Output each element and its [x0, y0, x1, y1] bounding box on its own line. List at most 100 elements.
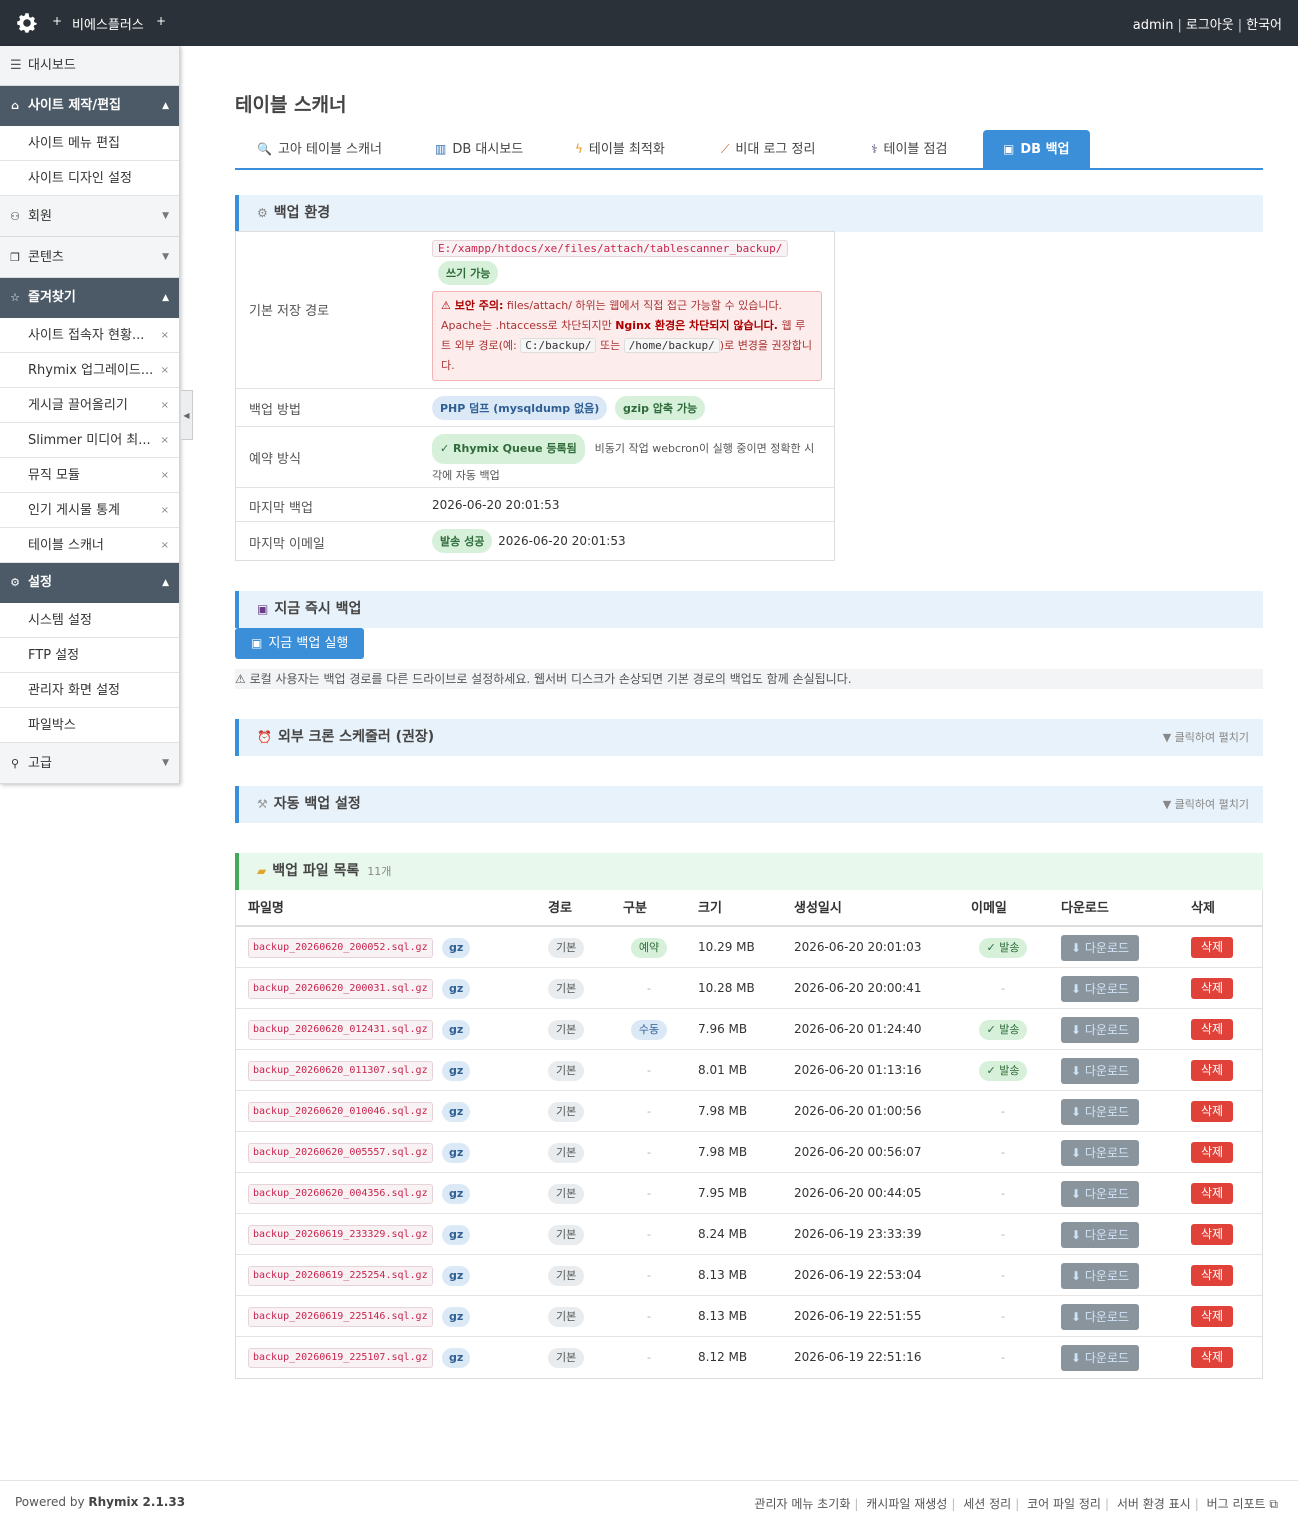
- delete-button[interactable]: 삭제: [1191, 1306, 1234, 1327]
- footer-link-clean-sessions[interactable]: 세션 정리: [963, 1497, 1011, 1511]
- type-empty: -: [647, 1064, 651, 1077]
- delete-button[interactable]: 삭제: [1191, 1265, 1234, 1286]
- sidebar-group-favorites[interactable]: ☆ 즐겨찾기 ▲: [0, 278, 179, 318]
- tab-log-cleanup[interactable]: ⟋ 비대 로그 정리: [721, 130, 815, 168]
- download-button[interactable]: ⬇ 다운로드: [1061, 1221, 1140, 1248]
- delete-button[interactable]: 삭제: [1191, 1347, 1234, 1368]
- remove-favorite-icon[interactable]: ×: [161, 353, 169, 387]
- tab-optimize[interactable]: ϟ 테이블 최적화: [575, 130, 665, 168]
- sidebar-collapse-handle[interactable]: ◀: [181, 390, 193, 440]
- users-icon: ⚇: [10, 210, 20, 223]
- sidebar-item-favorite[interactable]: 인기 게시물 통계 ×: [0, 493, 179, 528]
- download-button[interactable]: ⬇ 다운로드: [1061, 1180, 1140, 1207]
- row-method: 백업 방법 PHP 덤프 (mysqldump 없음) gzip 압축 가능: [236, 389, 834, 427]
- table-row: backup_20260619_225107.sql.gz gz 기본 - 8.12 M…: [236, 1337, 1262, 1378]
- run-backup-button[interactable]: ▣ 지금 백업 실행: [235, 628, 365, 659]
- plus-icon: +: [156, 14, 167, 28]
- sidebar-item-system-settings[interactable]: 시스템 설정: [0, 603, 179, 638]
- sidebar-group-content[interactable]: ❐ 콘텐츠 ▼: [0, 237, 179, 278]
- col-type[interactable]: 구분: [623, 890, 647, 927]
- footer-link-server-env[interactable]: 서버 환경 표시: [1117, 1497, 1191, 1511]
- remove-favorite-icon[interactable]: ×: [161, 318, 169, 352]
- delete-button[interactable]: 삭제: [1191, 1101, 1234, 1122]
- delete-button[interactable]: 삭제: [1191, 1019, 1234, 1040]
- tab-table-check[interactable]: ⚕ 테이블 점검: [871, 130, 947, 168]
- delete-button[interactable]: 삭제: [1191, 1060, 1234, 1081]
- download-button[interactable]: ⬇ 다운로드: [1061, 1098, 1140, 1125]
- logout-link[interactable]: 로그아웃: [1186, 18, 1234, 33]
- delete-button[interactable]: 삭제: [1191, 937, 1234, 958]
- download-button[interactable]: ⬇ 다운로드: [1061, 1016, 1140, 1043]
- section-cron[interactable]: ⏰ 외부 크론 스케줄러 (권장) ▼ 클릭하여 펼치기: [235, 719, 1263, 756]
- gear-icon[interactable]: [14, 10, 40, 36]
- user-link[interactable]: admin: [1133, 18, 1174, 33]
- sidebar-item-admin-settings[interactable]: 관리자 화면 설정: [0, 673, 179, 708]
- tab-db-backup[interactable]: ▣ DB 백업: [983, 130, 1090, 168]
- download-button[interactable]: ⬇ 다운로드: [1061, 1344, 1140, 1371]
- type-badge: 수동: [630, 1019, 668, 1040]
- sidebar-item-favorite[interactable]: 테이블 스캐너 ×: [0, 528, 179, 563]
- sidebar-group-member[interactable]: ⚇ 회원 ▼: [0, 196, 179, 237]
- col-filename[interactable]: 파일명: [248, 890, 284, 927]
- download-button[interactable]: ⬇ 다운로드: [1061, 1303, 1140, 1330]
- path-label: 기본 저장 경로: [249, 304, 330, 319]
- sidebar-item-site-menu[interactable]: 사이트 메뉴 편집: [0, 126, 179, 161]
- site-name-link[interactable]: 비에스플러스: [72, 14, 144, 33]
- delete-button[interactable]: 삭제: [1191, 1142, 1234, 1163]
- download-button[interactable]: ⬇ 다운로드: [1061, 1262, 1140, 1289]
- sidebar-item-favorite[interactable]: 뮤직 모듈 ×: [0, 458, 179, 493]
- magnifier-icon: 🔍: [257, 142, 272, 156]
- language-link[interactable]: 한국어: [1246, 18, 1282, 33]
- sidebar-item-ftp-settings[interactable]: FTP 설정: [0, 638, 179, 673]
- tab-db-dashboard[interactable]: ▥ DB 대시보드: [435, 130, 523, 168]
- download-button[interactable]: ⬇ 다운로드: [1061, 934, 1140, 961]
- col-path[interactable]: 경로: [548, 890, 572, 927]
- sidebar-group-advanced[interactable]: ⚲ 고급 ▼: [0, 743, 179, 784]
- file-created: 2026-06-20 00:56:07: [794, 1145, 922, 1159]
- gz-badge: gz: [442, 978, 471, 999]
- footer-link-bug-report[interactable]: 버그 리포트: [1207, 1497, 1266, 1511]
- sidebar-item-favorite[interactable]: Rhymix 업그레이드... ×: [0, 353, 179, 388]
- footer-link-clean-core[interactable]: 코어 파일 정리: [1027, 1497, 1101, 1511]
- col-email[interactable]: 이메일: [971, 890, 1007, 927]
- file-size: 8.24 MB: [698, 1227, 748, 1241]
- path-badge: 기본: [548, 1019, 585, 1040]
- sidebar-item-favorite[interactable]: Slimmer 미디어 최... ×: [0, 423, 179, 458]
- remove-favorite-icon[interactable]: ×: [161, 458, 169, 492]
- gz-badge: gz: [442, 1224, 471, 1245]
- download-button[interactable]: ⬇ 다운로드: [1061, 975, 1140, 1002]
- delete-button[interactable]: 삭제: [1191, 1224, 1234, 1245]
- remove-favorite-icon[interactable]: ×: [161, 528, 169, 562]
- gz-badge: gz: [442, 937, 471, 958]
- local-backup-note: ⚠ 로컬 사용자는 백업 경로를 다른 드라이브로 설정하세요. 웹서버 디스크…: [235, 669, 1263, 689]
- sidebar-group-settings[interactable]: ⚙ 설정 ▲: [0, 563, 179, 603]
- download-button[interactable]: ⬇ 다운로드: [1061, 1139, 1140, 1166]
- col-created[interactable]: 생성일시: [794, 890, 842, 927]
- remove-favorite-icon[interactable]: ×: [161, 388, 169, 422]
- download-button[interactable]: ⬇ 다운로드: [1061, 1057, 1140, 1084]
- sidebar-item-filebox[interactable]: 파일박스: [0, 708, 179, 743]
- file-created: 2026-06-20 01:13:16: [794, 1063, 922, 1077]
- delete-button[interactable]: 삭제: [1191, 978, 1234, 999]
- expand-toggle[interactable]: ▼ 클릭하여 펼치기: [1163, 719, 1249, 756]
- sidebar-group-site[interactable]: ⌂ 사이트 제작/편집 ▲: [0, 86, 179, 126]
- remove-favorite-icon[interactable]: ×: [161, 493, 169, 527]
- delete-button[interactable]: 삭제: [1191, 1183, 1234, 1204]
- expand-toggle[interactable]: ▼ 클릭하여 펼치기: [1163, 786, 1249, 823]
- footer-link-regenerate-cache[interactable]: 캐시파일 재생성: [866, 1497, 947, 1511]
- floppy-icon: ▣: [1003, 142, 1015, 156]
- sidebar-item-favorite[interactable]: 사이트 접속자 현황... ×: [0, 318, 179, 353]
- tab-orphan-scanner[interactable]: 🔍 고아 테이블 스캐너: [257, 130, 382, 168]
- bar-chart-icon: ▥: [435, 142, 447, 156]
- lightning-icon: ϟ: [575, 142, 583, 156]
- sidebar-item-site-design[interactable]: 사이트 디자인 설정: [0, 161, 179, 196]
- remove-favorite-icon[interactable]: ×: [161, 423, 169, 457]
- file-name: backup_20260619_233329.sql.gz: [248, 1224, 433, 1245]
- sidebar-item-favorite[interactable]: 게시글 끌어올리기 ×: [0, 388, 179, 423]
- caret-down-icon: ▼: [162, 252, 169, 262]
- rhymix-version-link[interactable]: Rhymix 2.1.33: [88, 1495, 185, 1509]
- section-auto-backup[interactable]: ⚒ 자동 백업 설정 ▼ 클릭하여 펼치기: [235, 786, 1263, 823]
- col-size[interactable]: 크기: [698, 890, 722, 927]
- footer-link-reset-menu[interactable]: 관리자 메뉴 초기화: [754, 1497, 850, 1511]
- sidebar-item-dashboard[interactable]: ☰ 대시보드: [0, 46, 179, 86]
